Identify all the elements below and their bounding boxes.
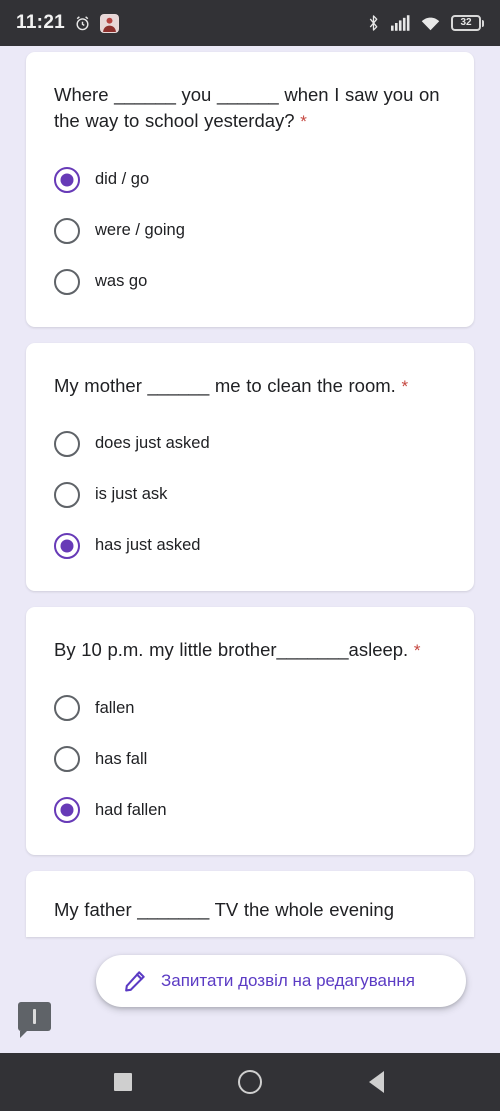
option-group: did / go were / going was go [54,161,446,301]
radio-button-icon[interactable] [54,430,80,457]
android-navigation-bar [0,1053,500,1111]
radio-button-icon[interactable] [54,695,80,722]
question-card: By 10 p.m. my little brother_______aslee… [26,606,474,856]
alarm-clock-icon [74,15,91,32]
question-title: Where ______ you ______ when I saw you o… [54,84,440,132]
circle-home-icon[interactable] [220,1053,280,1111]
square-recents-icon[interactable] [93,1053,153,1111]
status-bar: 11:21 32 [0,0,500,46]
option-label: has just asked [95,536,201,555]
option-group: does just asked is just ask has just ask… [54,425,446,565]
radio-button-icon[interactable] [54,166,80,193]
phone-screen: 11:21 32 Where ______ you ______ when I … [0,0,500,1111]
option-label: has fall [95,749,148,768]
question-title: By 10 p.m. my little brother_______aslee… [54,638,421,660]
question-title: My father _______ TV the whole evening [54,899,394,921]
option-row[interactable]: does just asked [54,425,446,463]
exclamation-glyph [33,1009,36,1024]
pencil-icon [122,969,147,994]
option-row[interactable]: has fall [54,740,446,778]
radio-button-icon[interactable] [54,268,80,295]
option-row[interactable]: were / going [54,212,446,250]
option-label: had fallen [95,800,167,819]
form-scroll-area[interactable]: Where ______ you ______ when I saw you o… [0,46,500,1053]
triangle-back-icon[interactable] [347,1053,407,1111]
request-edit-access-label: Запитати дозвіл на редагування [161,971,415,990]
radio-button-icon[interactable] [54,217,80,244]
request-edit-access-button[interactable]: Запитати дозвіл на редагування [96,955,466,1007]
option-label: does just asked [95,434,210,453]
option-label: was go [95,272,148,291]
option-row[interactable]: is just ask [54,476,446,514]
required-asterisk: * [401,376,409,396]
app-notification-icon [100,13,120,33]
option-row[interactable]: did / go [54,161,446,199]
wifi-icon [421,16,440,31]
option-row[interactable]: was go [54,263,446,301]
battery-icon: 32 [451,15,484,31]
radio-button-icon[interactable] [54,532,80,559]
radio-button-icon[interactable] [54,746,80,773]
question-card: My mother ______ me to clean the room. *… [26,342,474,591]
radio-button-icon[interactable] [54,797,80,824]
option-label: were / going [95,221,185,240]
option-row[interactable]: had fallen [54,791,446,829]
question-card: My father _______ TV the whole evening [26,871,474,938]
question-card: Where ______ you ______ when I saw you o… [26,52,474,327]
option-label: is just ask [95,485,168,504]
required-asterisk: * [300,112,307,132]
cellular-signal-icon [391,15,410,31]
question-title: My mother ______ me to clean the room. * [54,374,409,396]
option-group: fallen has fall had fallen [54,689,446,829]
option-row[interactable]: fallen [54,689,446,727]
option-label: fallen [95,698,135,717]
radio-button-icon[interactable] [54,481,80,508]
option-label: did / go [95,170,150,189]
status-bar-clock: 11:21 [16,12,66,33]
option-row[interactable]: has just asked [54,527,446,565]
battery-level-label: 32 [460,17,472,28]
bluetooth-icon [367,14,380,32]
comment-alert-icon[interactable] [18,1002,51,1038]
status-bar-left: 11:21 [16,12,120,34]
required-asterisk: * [413,640,421,660]
status-bar-right: 32 [367,14,484,32]
